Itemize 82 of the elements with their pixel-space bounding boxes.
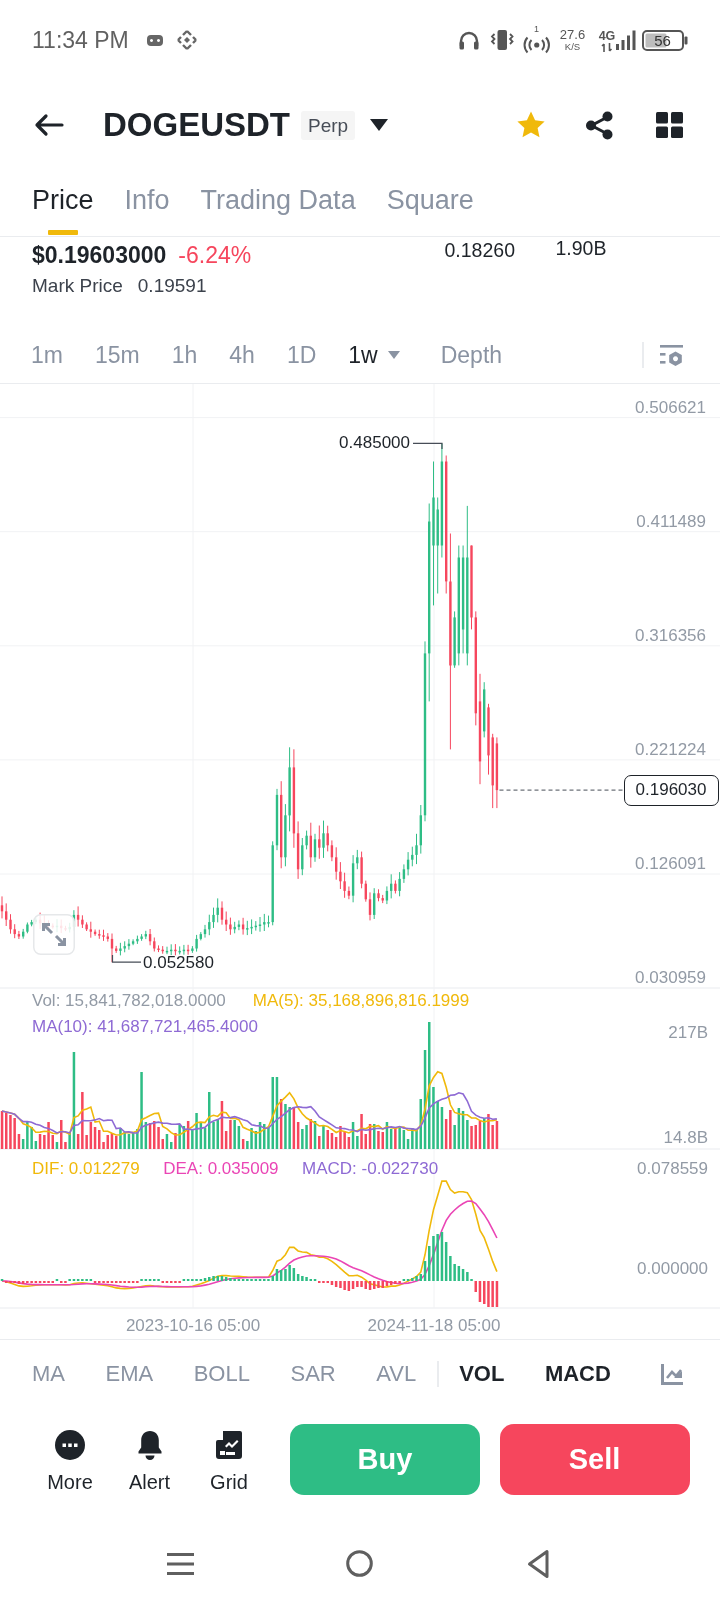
volume-legend-text: MA(10): 41,687,721,465.4000	[32, 1015, 258, 1038]
caret-icon	[387, 351, 400, 359]
alert-action-button[interactable]: Alert	[119, 1424, 180, 1494]
low-price-leader	[111, 954, 142, 963]
last-price: $0.19603000	[32, 241, 167, 269]
interval-tab[interactable]: 1D	[286, 340, 317, 370]
network-type-label: 4G	[598, 28, 616, 43]
menu-icon[interactable]	[166, 1551, 194, 1576]
high-price-leader	[412, 442, 443, 450]
volume-axis-label: 14.8B	[663, 1128, 708, 1148]
status-time: 11:34 PM	[32, 26, 129, 54]
interval-tab[interactable]: 15m	[94, 340, 140, 370]
indicator-tab[interactable]: SAR	[290, 1360, 336, 1388]
macd-axis-label: 0.000000	[637, 1259, 708, 1279]
current-price-tag: 0.196030	[623, 775, 719, 806]
contract-type-badge: Perp	[301, 110, 356, 140]
page-tab[interactable]: Square	[386, 170, 474, 216]
price-axis-label: 0.221224	[635, 739, 706, 760]
indicator-tab[interactable]: BOLL	[193, 1360, 250, 1388]
interval-tab[interactable]: 4h	[229, 340, 255, 370]
indicator-tab[interactable]: MA	[32, 1360, 65, 1388]
page-tab[interactable]: Trading Data	[200, 170, 356, 216]
back-arrow-icon[interactable]	[34, 113, 64, 137]
volume-axis-label: 217B	[668, 1023, 708, 1043]
caret-icon[interactable]	[370, 119, 389, 131]
line-chart-icon[interactable]	[661, 1363, 683, 1385]
grid-layout-icon[interactable]	[656, 112, 683, 138]
star-icon[interactable]	[515, 110, 546, 140]
network-speed-value: 27.6	[559, 28, 586, 41]
indicator-tab[interactable]: AVL	[376, 1360, 417, 1388]
macd-legend-text: DEA: 0.035009	[163, 1158, 279, 1180]
high-price-label: 0.485000	[339, 433, 410, 454]
interval-tab[interactable]: 1h	[171, 340, 198, 370]
ticker-value: 0.18260	[444, 238, 516, 262]
hotspot-icon	[522, 36, 550, 54]
home-icon[interactable]	[346, 1550, 373, 1577]
more-icon	[55, 1430, 85, 1460]
buy-button[interactable]: Buy	[290, 1424, 480, 1495]
time-axis-label: 2023-10-16 05:00	[125, 1315, 261, 1336]
interval-tab[interactable]: 1w	[348, 340, 409, 370]
page-tab[interactable]: Price	[32, 170, 94, 235]
low-price-label: 0.052580	[143, 953, 214, 973]
price-axis-label: 0.030959	[635, 968, 706, 989]
price-axis-label: 0.506621	[635, 397, 706, 418]
grid-action-button[interactable]: Grid	[199, 1424, 259, 1494]
network-speed-unit: K/S	[564, 41, 581, 52]
mark-price-label: Mark Price	[32, 273, 123, 298]
interval-tab[interactable]: 1m	[31, 340, 63, 370]
indicator-tab[interactable]: EMA	[105, 1360, 154, 1388]
interval-tab[interactable]: Depth	[440, 340, 503, 370]
signal-icon	[615, 30, 636, 50]
indicator-tab[interactable]: MACD	[544, 1360, 611, 1388]
symbol-title: DOGEUSDT	[103, 105, 290, 145]
sell-button[interactable]: Sell	[499, 1424, 690, 1495]
gamepad-icon	[146, 34, 163, 46]
diamond-icon	[175, 29, 198, 51]
price-change: -6.24%	[178, 241, 252, 269]
macd-legend-text: DIF: 0.012279	[32, 1158, 140, 1180]
price-axis-label: 0.126091	[635, 854, 706, 874]
chart-settings-icon[interactable]	[660, 343, 683, 367]
back-icon[interactable]	[527, 1548, 549, 1579]
mark-price-value: 0.19591	[137, 273, 207, 298]
macd-legend-text: MACD: -0.022730	[302, 1158, 439, 1180]
expand-icon[interactable]	[33, 914, 75, 955]
headphones-icon	[458, 29, 480, 51]
page-tab[interactable]: Info	[124, 170, 170, 216]
battery-percent: 56	[654, 31, 671, 49]
volume-legend-text: MA(5): 35,168,896,816.1999	[252, 989, 470, 1012]
data-transfer-icon	[601, 42, 613, 52]
macd-axis-label: 0.078559	[637, 1159, 708, 1179]
vibrate-icon	[489, 29, 514, 51]
time-axis-label: 2024-11-18 05:00	[367, 1315, 501, 1336]
price-axis-label: 0.411489	[636, 511, 706, 532]
volume-legend-text: Vol: 15,841,782,018.0000	[32, 989, 226, 1012]
ticker-value: 1.90B	[555, 236, 607, 260]
price-axis-label: 0.316356	[635, 625, 706, 646]
share-icon[interactable]	[584, 110, 614, 140]
battery-icon	[641, 29, 688, 51]
more-action-button[interactable]: More	[40, 1424, 100, 1494]
indicator-tab[interactable]: VOL	[459, 1360, 505, 1388]
chart-board-icon	[214, 1430, 244, 1460]
hotspot-count: 1	[534, 24, 539, 34]
